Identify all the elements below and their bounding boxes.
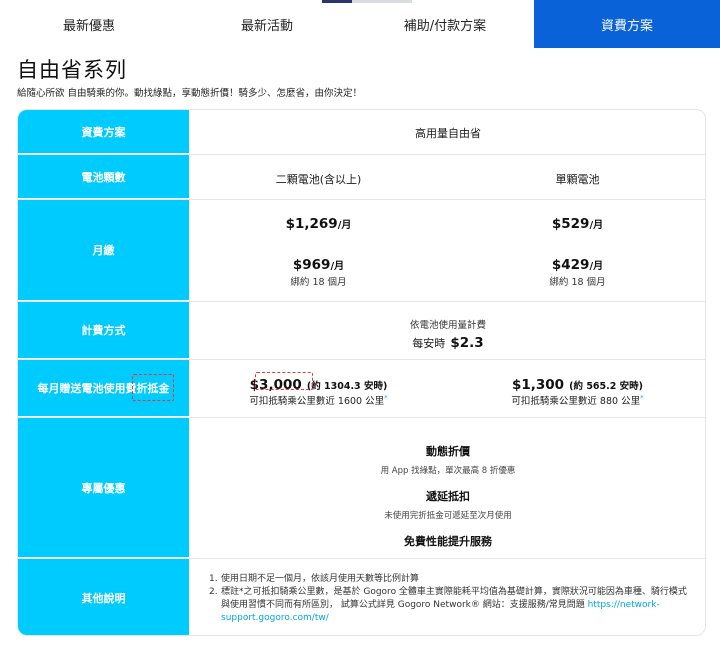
list-item: 2. 標註*之可抵扣騎乘公里數，是基於 Gogoro 全體車主實際能耗平均值為基礎…: [209, 587, 687, 623]
per-month: /月: [337, 220, 352, 231]
row-notes: 其他說明 1. 使用日期不足一個月，依該月使用天數等比例計算 2. 標註*之可抵扣騎…: [18, 559, 705, 635]
tab-latest-events[interactable]: 最新活動: [178, 0, 356, 48]
perk-title: 遞延抵扣: [426, 490, 470, 503]
page-title: 自由省系列: [17, 58, 127, 82]
perk-item: 遞延抵扣 未使用完折抵金可遞延至次月使用: [189, 488, 705, 521]
contract-note: 綁約 18 個月: [549, 277, 606, 288]
footnote-mark: *: [640, 393, 644, 402]
tab-subsidy-payment[interactable]: 補助/付款方案: [356, 0, 534, 48]
scroll-indicator: [322, 0, 412, 3]
price-left: $1,269: [285, 216, 338, 232]
note-text: 使用日期不足一個月，依該月使用天數等比例計算: [221, 574, 420, 584]
tab-label: 補助/付款方案: [403, 18, 487, 34]
plan-table: 資費方案 高用量自由省 電池顆數 二顆電池(含以上) 單顆電池 月繳 $1,26…: [17, 109, 706, 636]
list-item: 1. 使用日期不足一個月，依該月使用天數等比例計算: [209, 574, 420, 584]
tab-latest-offers[interactable]: 最新優惠: [0, 0, 178, 48]
row-label: 其他說明: [18, 559, 189, 635]
row-label: 計費方式: [18, 302, 189, 359]
perk-title: 免費性能提升服務: [404, 535, 492, 548]
billing-prefix: 每安時: [412, 337, 446, 350]
credit-left-desc: 可扣抵騎乘公里數近 1600 公里: [249, 396, 385, 407]
perk-item: 免費性能提升服務: [189, 533, 705, 549]
battery-left: 二顆電池(含以上): [275, 173, 362, 186]
footnote-mark: *: [384, 393, 388, 402]
row-battery: 電池顆數 二顆電池(含以上) 單顆電池: [18, 155, 705, 200]
credit-right-amount: $1,300: [511, 377, 565, 393]
perk-desc: 用 App 找綠點，單次最高 8 折優惠: [380, 466, 516, 476]
perk-title: 動態折價: [426, 445, 470, 458]
price-right: $529: [551, 216, 590, 232]
plan-name: 高用量自由省: [415, 127, 481, 140]
billing-line1: 依電池使用量計費: [409, 320, 486, 331]
tab-bar: 最新優惠 最新活動 補助/付款方案 資費方案: [0, 0, 720, 48]
perk-desc: 未使用完折抵金可遞延至次月使用: [384, 511, 512, 521]
tab-label: 最新活動: [240, 18, 293, 34]
row-billing: 計費方式 依電池使用量計費 每安時 $2.3: [18, 302, 705, 360]
perk-item: 動態折價 用 App 找綠點，單次最高 8 折優惠: [189, 443, 705, 476]
price-left-contract: $969: [292, 257, 331, 273]
battery-right: 單顆電池: [555, 173, 600, 186]
credit-right-hours: (約 565.2 安時): [569, 381, 644, 392]
billing-price: $2.3: [450, 335, 484, 351]
notes-list: 1. 使用日期不足一個月，依該月使用天數等比例計算 2. 標註*之可抵扣騎乘公里數，…: [209, 573, 695, 625]
tab-label: 資費方案: [600, 18, 653, 34]
row-label: 月繳: [18, 200, 189, 301]
row-label: 電池顆數: [18, 155, 189, 199]
row-plan: 資費方案 高用量自由省: [18, 110, 705, 155]
row-monthly: 月繳 $1,269/月 $969/月 綁約 18 個月 $529/月 $429/…: [18, 200, 705, 302]
highlight-box: [255, 372, 313, 390]
row-label: 專屬優惠: [18, 418, 189, 558]
highlight-box: [132, 374, 174, 401]
per-month: /月: [330, 261, 345, 272]
row-credit: 每月贈送電池使用費折抵金 $3,000 (約 1304.3 安時) 可扣抵騎乘公…: [18, 360, 705, 418]
row-label: 資費方案: [18, 110, 189, 154]
row-perks: 專屬優惠 動態折價 用 App 找綠點，單次最高 8 折優惠 遞延抵扣 未使用完…: [18, 418, 705, 559]
tab-pricing-plans[interactable]: 資費方案: [534, 0, 720, 48]
tab-label: 最新優惠: [62, 18, 115, 34]
per-month: /月: [589, 261, 604, 272]
per-month: /月: [589, 220, 604, 231]
contract-note: 綁約 18 個月: [290, 277, 347, 288]
price-right-contract: $429: [551, 257, 590, 273]
credit-right-desc: 可扣抵騎乘公里數近 880 公里: [511, 396, 641, 407]
credit-left-hours: (約 1304.3 安時): [306, 381, 388, 392]
page-subtitle: 給隨心所欲 自由騎乘的你。動找綠點，享動態折價！騎多少、怎麼省，由你決定！: [17, 88, 363, 99]
